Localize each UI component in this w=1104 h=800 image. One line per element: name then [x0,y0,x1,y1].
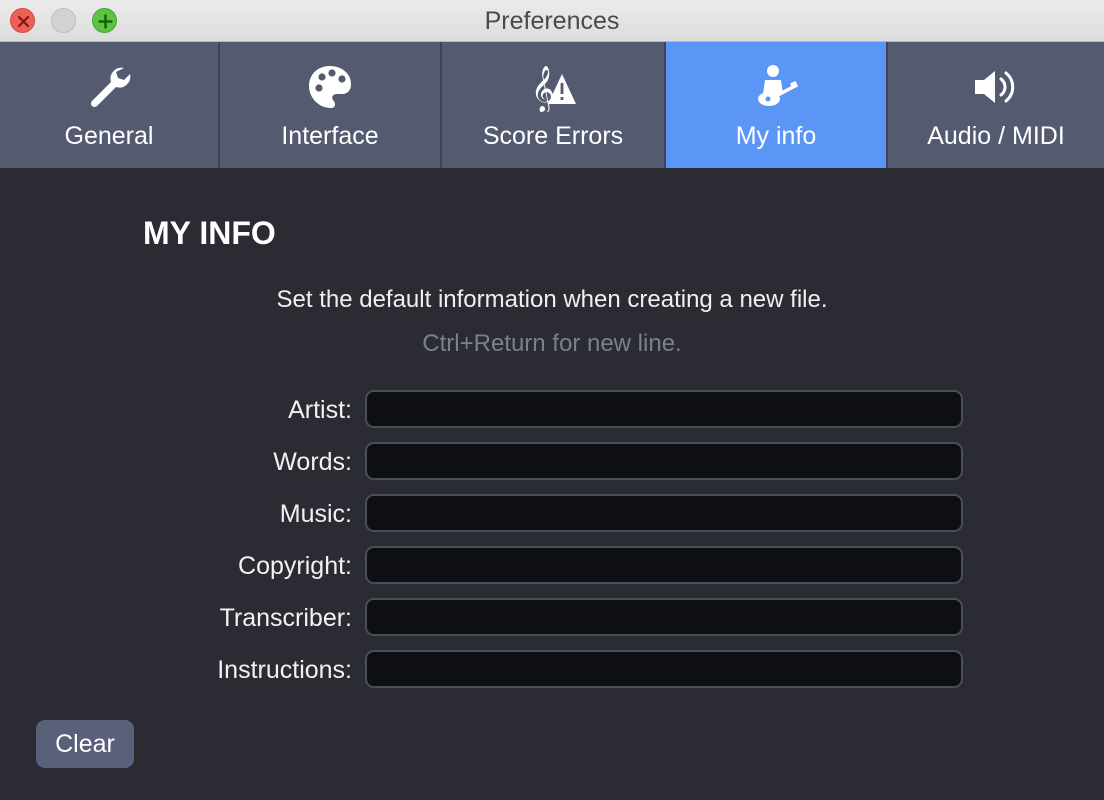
field-row-transcriber: Transcriber: [0,598,1104,636]
tab-label: Score Errors [482,122,624,150]
field-label: Music: [279,500,352,528]
tab-general[interactable]: General [0,42,220,168]
tab-score-errors[interactable]: 𝄞 Score Errors [442,42,666,168]
tab-audio-midi[interactable]: Audio / MIDI [888,42,1104,168]
artist-field[interactable] [365,390,963,428]
speaker-icon [975,71,1015,103]
field-label: Artist: [288,396,352,424]
copyright-field[interactable] [365,546,963,584]
music-field[interactable] [365,494,963,532]
tab-my-info[interactable]: My info [666,42,888,168]
person-guitar-icon [758,65,798,106]
tab-interface[interactable]: Interface [220,42,442,168]
treble-clef-warning-icon: 𝄞 [531,66,576,112]
field-row-words: Words: [0,442,1104,480]
field-row-instructions: Instructions: [0,650,1104,688]
field-label: Instructions: [217,656,352,684]
tab-label: My info [735,122,817,150]
field-label: Words: [273,448,352,476]
words-field[interactable] [365,442,963,480]
description-text: Set the default information when creatin… [276,286,828,313]
field-label: Transcriber: [219,604,352,632]
field-row-copyright: Copyright: [0,546,1104,584]
field-row-artist: Artist: [0,390,1104,428]
preferences-toolbar: General Interface 𝄞 Score Errors My info… [0,42,1104,168]
my-info-panel: MY INFO Set the default information when… [0,168,1104,800]
palette-icon [309,66,351,108]
instructions-field[interactable] [365,650,963,688]
transcriber-field[interactable] [365,598,963,636]
clear-button[interactable]: Clear [36,720,134,768]
tab-label: General [64,122,154,150]
window-title: Preferences [484,7,620,35]
field-label: Copyright: [238,552,352,580]
svg-text:𝄞: 𝄞 [531,66,555,112]
field-row-music: Music: [0,494,1104,532]
wrench-icon [90,67,131,108]
page-title: MY INFO [143,215,276,251]
tab-label: Interface [281,122,379,150]
tab-label: Audio / MIDI [927,122,1065,150]
hint-text: Ctrl+Return for new line. [422,330,682,357]
title-bar: Preferences [0,0,1104,42]
